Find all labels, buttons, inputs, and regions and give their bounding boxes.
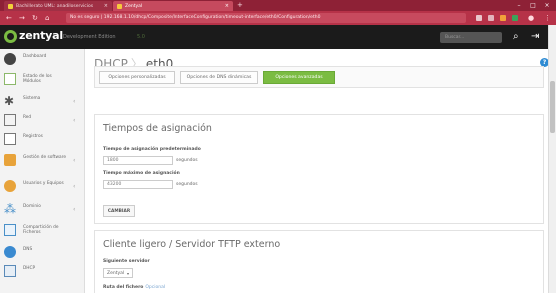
browser-tabstrip: Bachillerato UML: anadiloservicios × Zen… (0, 0, 556, 11)
browser-tab[interactable]: Bachillerato UML: anadiloservicios × (4, 1, 112, 11)
scrollbar-thumb[interactable] (550, 81, 555, 133)
app-header: zentyal Development Edition 5.0 Buscar..… (0, 25, 548, 49)
tab-dynamic-dns[interactable]: Opciones de DNS dinámicas (180, 71, 258, 84)
browser-tab-label: Bachillerato UML: anadiloservicios (16, 3, 94, 9)
sidebar-item-label: DHCP (23, 266, 36, 271)
sidebar-item-label: Gestión de software (23, 155, 66, 160)
gear-icon: ✱ (4, 94, 15, 108)
next-server-select[interactable]: Zentyal ▾ (103, 268, 133, 278)
forward-arrow-icon[interactable]: → (19, 14, 25, 22)
next-server-value: Zentyal (107, 271, 125, 276)
section-title: Cliente ligero / Servidor TFTP externo (103, 239, 281, 250)
section-title: Tiempos de asignación (103, 123, 212, 134)
software-box-icon (4, 154, 16, 166)
search-input[interactable]: Buscar... (440, 32, 502, 43)
page-scrollbar[interactable] (548, 25, 556, 293)
extension-icon[interactable] (512, 15, 518, 21)
sidebar-item-label: Usuarios y Equipos (23, 181, 64, 186)
extension-icon[interactable] (500, 15, 506, 21)
sidebar-item-label: Dominio (23, 204, 41, 209)
tftp-section: Cliente ligero / Servidor TFTP externo S… (94, 230, 544, 293)
default-lease-input[interactable]: 1800 (103, 156, 173, 165)
reload-icon[interactable]: ↻ (32, 14, 38, 22)
max-lease-unit: segundos (176, 182, 198, 187)
extension-icon[interactable] (488, 15, 494, 21)
search-icon[interactable]: ⌕ (513, 31, 519, 42)
optional-label: Opcional (145, 285, 166, 290)
edition-label: Development Edition (63, 34, 116, 40)
file-path-label-text: Ruta del fichero (103, 285, 144, 290)
file-path-label: Ruta del fichero Opcional (103, 285, 165, 290)
version-label: 5.0 (137, 34, 145, 40)
sidebar-item-label: Estado de los Módulos (23, 74, 52, 84)
next-server-label: Siguiente servidor (103, 259, 150, 264)
sidebar-item-domain[interactable]: ⁂ Dominio ‹ (0, 199, 85, 221)
chevron-left-icon: ‹ (73, 117, 76, 124)
tab-favicon-icon (8, 3, 13, 9)
network-icon (4, 114, 16, 126)
dns-icon (4, 246, 16, 258)
browser-account-icon[interactable]: ● (528, 14, 534, 22)
close-tab-icon[interactable]: × (101, 3, 108, 9)
max-lease-input[interactable]: 43200 (103, 180, 173, 189)
dhcp-icon (4, 265, 16, 277)
chevron-left-icon: ‹ (73, 157, 76, 164)
sidebar-item-software[interactable]: Gestión de software ‹ (0, 150, 85, 172)
new-tab-button[interactable]: + (237, 1, 243, 9)
logout-icon[interactable]: ⇥ (531, 31, 539, 42)
default-lease-label: Tiempo de asignación predeterminado (103, 147, 201, 152)
browser-menu-icon[interactable]: ⋮ (544, 14, 551, 22)
sidebar-item-dashboard[interactable]: Dashboard (0, 49, 85, 71)
default-lease-unit: segundos (176, 158, 198, 163)
browser-tab-active[interactable]: Zentyal × (113, 1, 233, 11)
max-lease-label: Tiempo máximo de asignación (103, 171, 180, 176)
home-icon[interactable]: ⌂ (45, 14, 49, 22)
sidebar-item-module-status[interactable]: Estado de los Módulos (0, 69, 85, 91)
sidebar-item-label: Sistema (23, 96, 41, 101)
chevron-left-icon: ‹ (73, 98, 76, 105)
sidebar-item-file-share[interactable]: Compartición de Ficheros (0, 220, 85, 242)
lease-times-section: Tiempos de asignación Tiempo de asignaci… (94, 114, 544, 224)
logs-icon (4, 133, 16, 145)
sidebar-item-logs[interactable]: Registros (0, 129, 85, 151)
sidebar-item-users[interactable]: Usuarios y Equipos ‹ (0, 176, 85, 198)
dashboard-icon (4, 53, 16, 65)
minimize-button[interactable]: – (512, 0, 526, 11)
sidebar: Dashboard Estado de los Módulos ✱ Sistem… (0, 49, 85, 293)
brand-name[interactable]: zentyal (19, 29, 63, 42)
module-status-icon (4, 73, 16, 85)
sidebar-item-label: DNS (23, 247, 33, 252)
chevron-left-icon: ‹ (73, 206, 76, 213)
file-share-icon (4, 224, 16, 236)
zentyal-logo-icon (4, 30, 17, 43)
tab-favicon-icon (117, 3, 122, 9)
browser-toolbar: ← → ↻ ⌂ No es seguro | 192.168.1.10/dhcp… (0, 11, 556, 25)
sidebar-item-label: Registros (23, 134, 43, 139)
tab-custom-options[interactable]: Opciones personalizadas (99, 71, 175, 84)
chevron-left-icon: ‹ (73, 183, 76, 190)
extension-icon[interactable] (476, 15, 482, 21)
chevron-down-icon: ▾ (126, 271, 129, 276)
browser-tab-label: Zentyal (125, 3, 143, 9)
address-bar[interactable]: No es seguro | 192.168.1.10/dhcp/Composi… (66, 13, 466, 23)
users-icon (4, 180, 16, 192)
sidebar-item-label: Dashboard (23, 54, 47, 59)
back-arrow-icon[interactable]: ← (6, 14, 12, 22)
sidebar-item-label: Red (23, 115, 32, 120)
change-button[interactable]: CAMBIAR (103, 205, 135, 217)
sidebar-item-dhcp[interactable]: DHCP (0, 261, 85, 283)
sidebar-item-label: Compartición de Ficheros (23, 225, 59, 235)
close-window-button[interactable]: × (540, 0, 554, 11)
tab-advanced-options[interactable]: Opciones avanzadas (263, 71, 335, 84)
options-tabs: Opciones personalizadas Opciones de DNS … (94, 66, 544, 88)
domain-icon: ⁂ (4, 202, 16, 216)
close-tab-icon[interactable]: × (222, 3, 229, 9)
maximize-button[interactable]: □ (526, 0, 540, 11)
